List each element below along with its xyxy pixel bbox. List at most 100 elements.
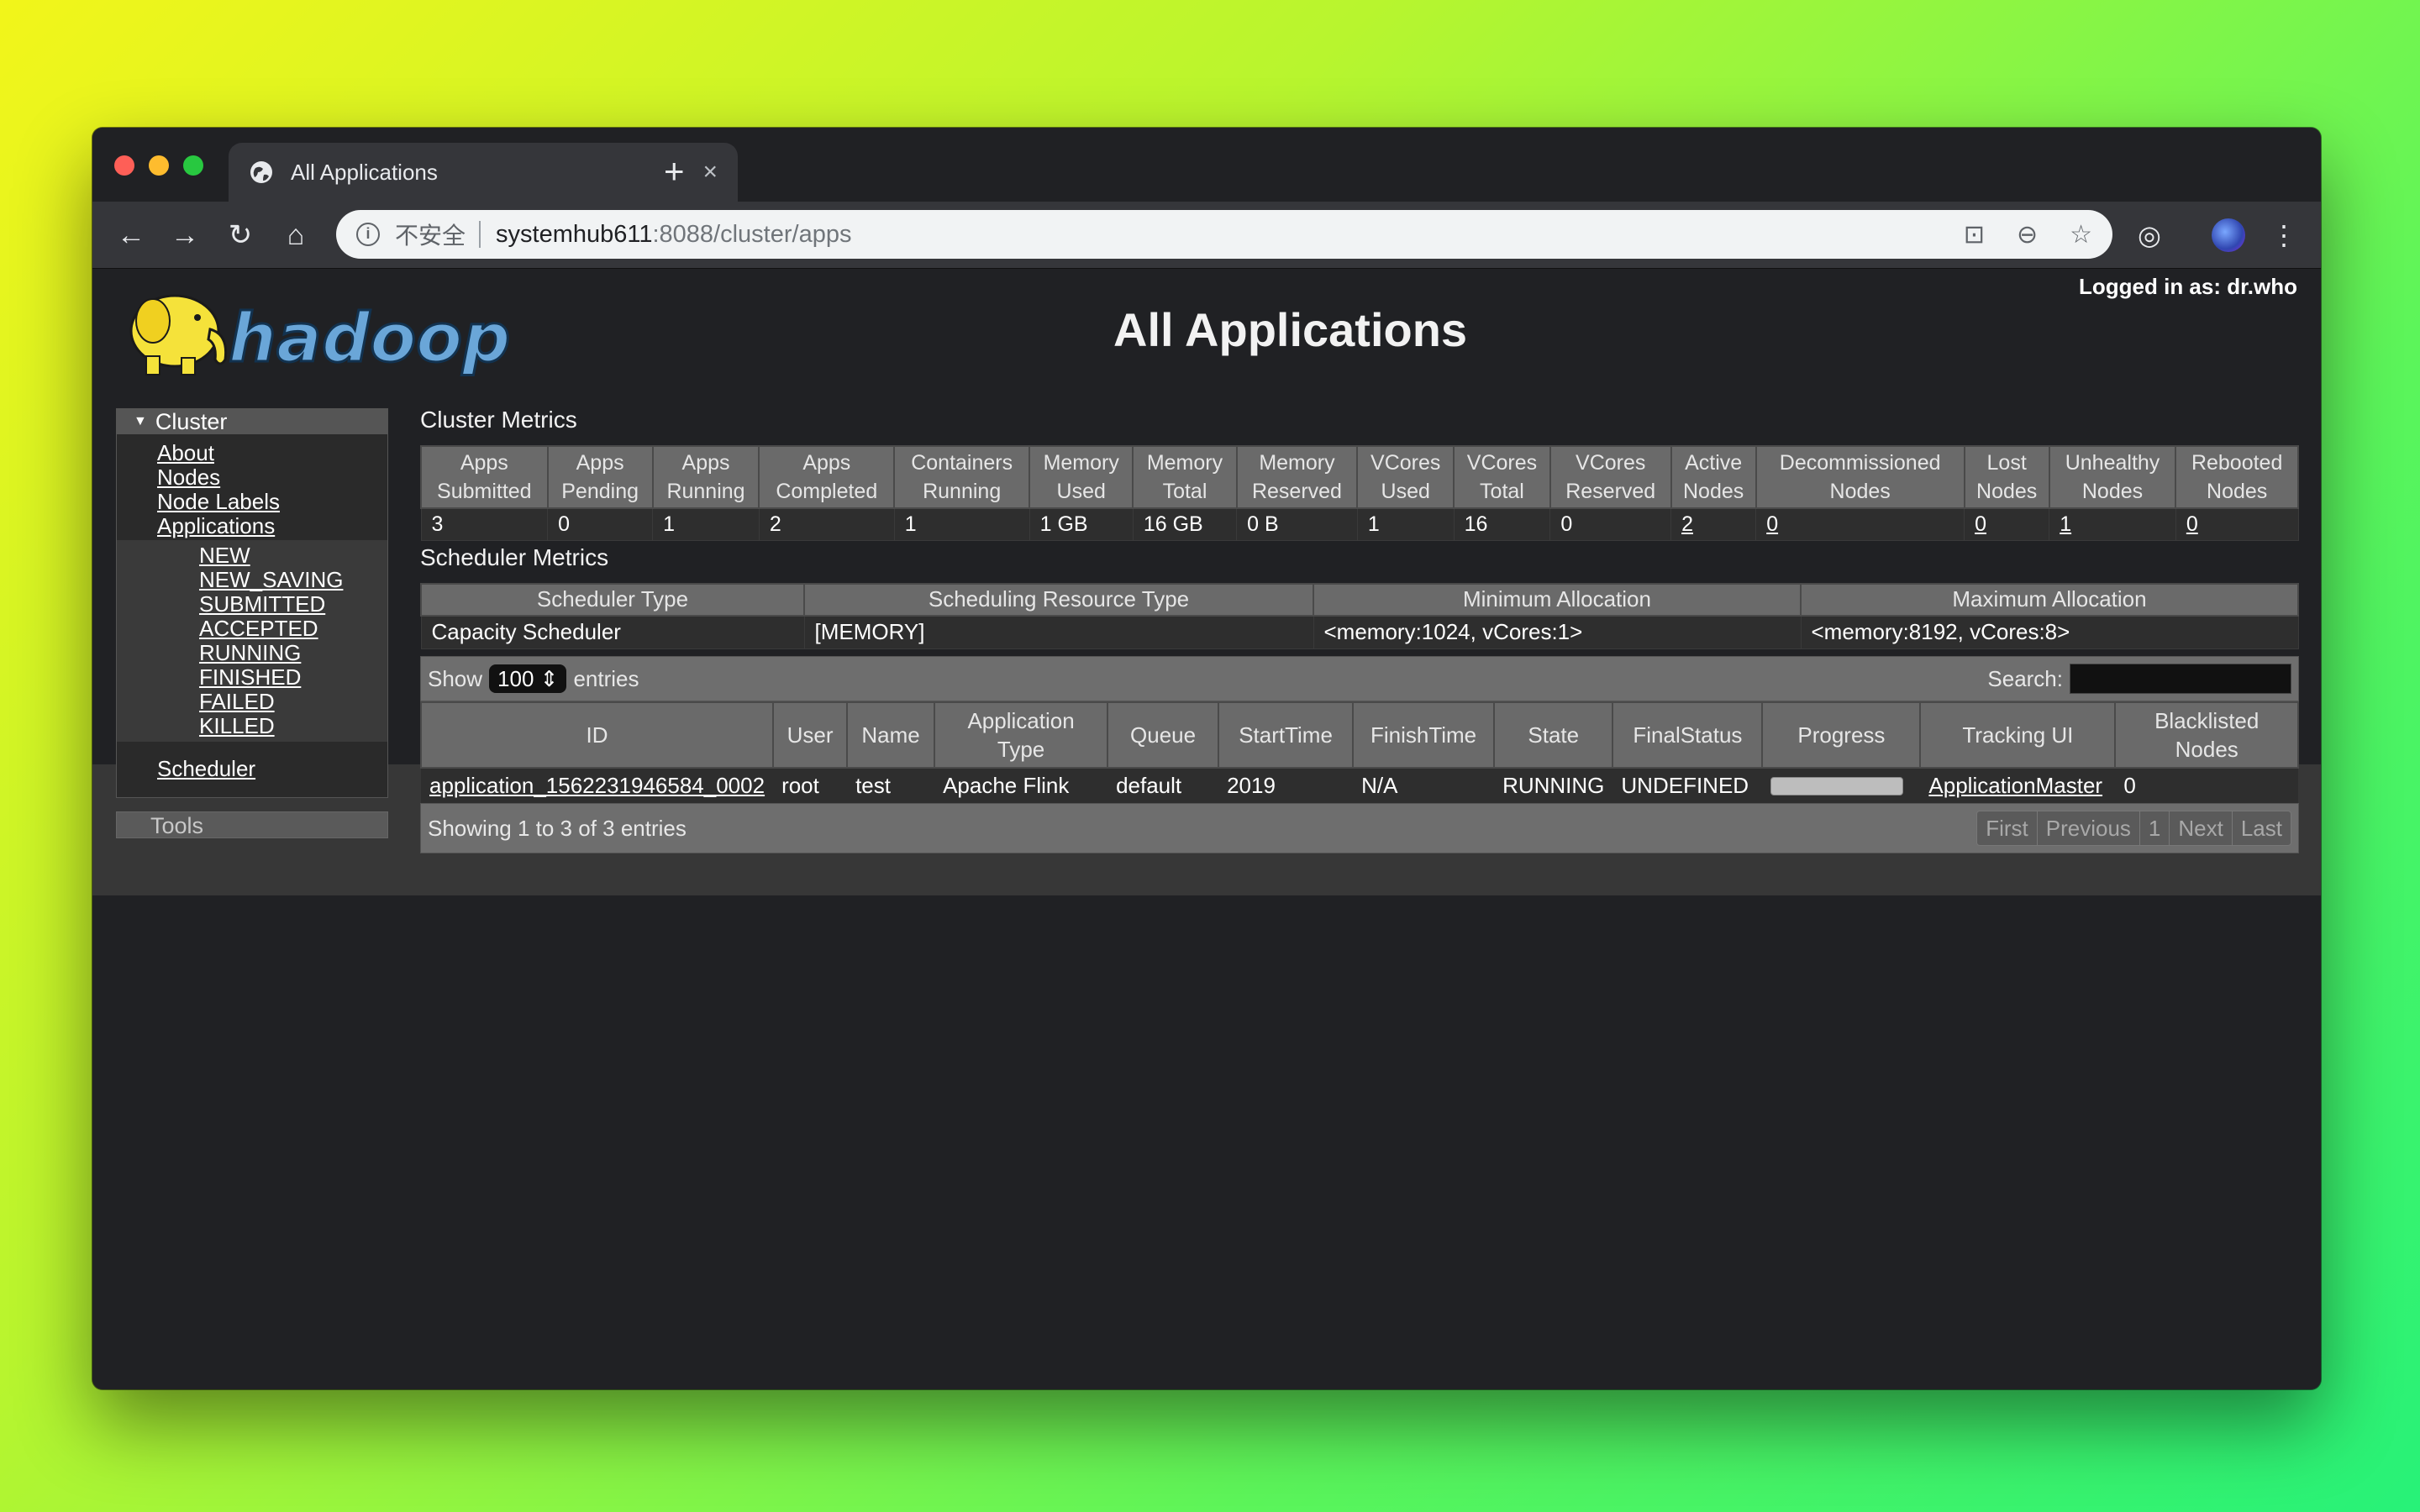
metrics-header: Unhealthy Nodes xyxy=(2048,445,2177,509)
minimize-window-button[interactable] xyxy=(149,155,169,176)
cluster-menu-header[interactable]: ▼ Cluster xyxy=(117,409,387,434)
last-page-button[interactable]: Last xyxy=(2233,811,2291,845)
address-bar[interactable]: i 不安全 systemhub611 :8088/cluster/apps ⊡ … xyxy=(336,210,2112,259)
apps-column-header[interactable]: Tracking UI xyxy=(1919,701,2117,769)
next-page-button[interactable]: Next xyxy=(2170,811,2233,845)
main-content: Cluster Metrics Apps Submitted Apps Pending… xyxy=(419,407,2299,853)
menu-icon[interactable]: ⋮ xyxy=(2267,218,2301,252)
tab-bar: All Applications × + xyxy=(92,128,2321,202)
app-id-link[interactable]: application_1562231946584_0002 xyxy=(429,773,765,798)
apps-column-header[interactable]: StartTime xyxy=(1218,701,1355,769)
home-icon[interactable]: ⌂ xyxy=(279,218,313,252)
metrics-value: 16 xyxy=(1453,507,1551,541)
scheduler-value: <memory:1024, vCores:1> xyxy=(1313,615,1802,649)
page-title: All Applications xyxy=(1113,303,1468,356)
sidebar-link-running[interactable]: RUNNING xyxy=(117,641,387,665)
apps-column-header[interactable]: Blacklisted Nodes xyxy=(2114,701,2299,769)
metrics-node-link[interactable]: 0 xyxy=(1766,512,1778,536)
apps-header-line: Application xyxy=(967,708,1075,733)
first-page-button[interactable]: First xyxy=(1977,811,2038,845)
sidebar-link-applications[interactable]: Applications xyxy=(117,514,387,538)
browser-toolbar: ← → ↻ ⌂ i 不安全 systemhub611 :8088/cluster… xyxy=(92,202,2321,269)
sidebar-link-finished[interactable]: FINISHED xyxy=(117,665,387,690)
profile-avatar[interactable] xyxy=(2212,218,2245,252)
apps-column-header[interactable]: Name xyxy=(846,701,936,769)
sidebar-link-new[interactable]: NEW xyxy=(117,543,387,568)
apps-column-header[interactable]: Application Type xyxy=(934,701,1109,769)
metrics-header: Apps Running xyxy=(651,445,760,509)
url-path: :8088/cluster/apps xyxy=(652,220,852,248)
metrics-node-link[interactable]: 2 xyxy=(1681,512,1693,536)
browser-tab[interactable]: All Applications × xyxy=(229,143,738,202)
metrics-node-link[interactable]: 0 xyxy=(2186,512,2198,536)
logo-text: hadoop xyxy=(229,299,510,377)
apps-header-line: Tracking UI xyxy=(1962,722,2074,748)
sidebar-link-new-saving[interactable]: NEW_SAVING xyxy=(117,568,387,592)
show-label: Show xyxy=(428,665,483,691)
entries-select[interactable]: 100 ⇕ xyxy=(489,664,567,693)
metrics-header-line: VCores xyxy=(1370,451,1441,475)
apps-header-line: Type xyxy=(997,737,1045,762)
apps-header-line: State xyxy=(1528,722,1580,748)
app-tracking-link[interactable]: ApplicationMaster xyxy=(1928,773,2102,798)
url-host: systemhub611 xyxy=(496,220,653,248)
apps-column-header[interactable]: User xyxy=(772,701,849,769)
app-blacklisted-nodes-cell: 0 xyxy=(2115,768,2298,803)
maximize-window-button[interactable] xyxy=(183,155,203,176)
table-footer: Showing 1 to 3 of 3 entries First Previou… xyxy=(420,803,2299,853)
sidebar-link-accepted[interactable]: ACCEPTED xyxy=(117,617,387,641)
entries-select-value: 100 xyxy=(497,666,534,691)
sidebar-link-nodes[interactable]: Nodes xyxy=(117,465,387,490)
hadoop-logo[interactable]: hadoop xyxy=(118,279,538,388)
new-tab-button[interactable]: + xyxy=(664,151,685,192)
sidebar-link-about[interactable]: About xyxy=(117,441,387,465)
scheduler-metrics-title: Scheduler Metrics xyxy=(420,543,609,570)
bookmark-star-icon[interactable]: ☆ xyxy=(2070,220,2092,249)
apps-header-line: ID xyxy=(586,722,608,748)
zoom-icon[interactable]: ⊖ xyxy=(2017,220,2038,249)
forward-arrow-icon[interactable]: → xyxy=(168,218,202,252)
apps-column-header[interactable]: State xyxy=(1493,701,1614,769)
sidebar-link-failed[interactable]: FAILED xyxy=(117,690,387,714)
search-input[interactable] xyxy=(2070,664,2291,694)
close-tab-icon[interactable]: × xyxy=(702,160,718,185)
apps-column-header[interactable]: Queue xyxy=(1107,701,1220,769)
reload-icon[interactable]: ↻ xyxy=(224,218,257,252)
metrics-header-line: Running xyxy=(923,480,1002,503)
metrics-value: 0 xyxy=(2175,507,2299,541)
metrics-header: VCores Total xyxy=(1453,445,1551,509)
extension-icon[interactable]: ◎ xyxy=(2133,218,2166,252)
sidebar-link-scheduler[interactable]: Scheduler xyxy=(117,757,387,781)
metrics-value: 16 GB xyxy=(1132,507,1238,541)
metrics-node-link[interactable]: 1 xyxy=(2060,512,2071,536)
previous-page-button[interactable]: Previous xyxy=(2038,811,2140,845)
scheduler-header: Maximum Allocation xyxy=(1800,582,2299,617)
translate-icon[interactable]: ⊡ xyxy=(1964,220,1985,249)
metrics-value: 2 xyxy=(1670,507,1757,541)
back-arrow-icon[interactable]: ← xyxy=(114,218,148,252)
tools-menu-header[interactable]: Tools xyxy=(116,811,388,838)
apps-header-line: Queue xyxy=(1130,722,1197,748)
app-final-status-cell: UNDEFINED xyxy=(1612,768,1763,803)
apps-column-header[interactable]: FinalStatus xyxy=(1612,701,1764,769)
close-window-button[interactable] xyxy=(114,155,134,176)
browser-window: All Applications × + ← → ↻ ⌂ i 不安全 syste… xyxy=(92,128,2321,1389)
metrics-header-line: Reserved xyxy=(1251,480,1342,503)
sidebar-link-killed[interactable]: KILLED xyxy=(117,714,387,738)
apps-column-header[interactable]: FinishTime xyxy=(1352,701,1496,769)
metrics-header-line: Nodes xyxy=(1976,480,2038,503)
metrics-header-line: Containers xyxy=(911,451,1013,475)
table-row: application_1562231946584_0002 root test Ap… xyxy=(421,768,2298,803)
metrics-node-link[interactable]: 0 xyxy=(1975,512,1986,536)
apps-column-header[interactable]: ID xyxy=(419,701,775,769)
table-info: Showing 1 to 3 of 3 entries xyxy=(428,815,687,841)
cluster-metrics-title: Cluster Metrics xyxy=(420,407,577,433)
apps-column-header[interactable]: Progress xyxy=(1761,701,1922,769)
info-icon[interactable]: i xyxy=(356,223,380,246)
page: hadoop Logged in as: dr.who All Applicat… xyxy=(92,269,2321,1389)
apps-header-line: Name xyxy=(861,722,920,748)
page-1-button[interactable]: 1 xyxy=(2140,811,2170,845)
sidebar-link-submitted[interactable]: SUBMITTED xyxy=(117,592,387,617)
sidebar-link-node-labels[interactable]: Node Labels xyxy=(117,490,387,514)
metrics-value: 0 xyxy=(1549,507,1672,541)
